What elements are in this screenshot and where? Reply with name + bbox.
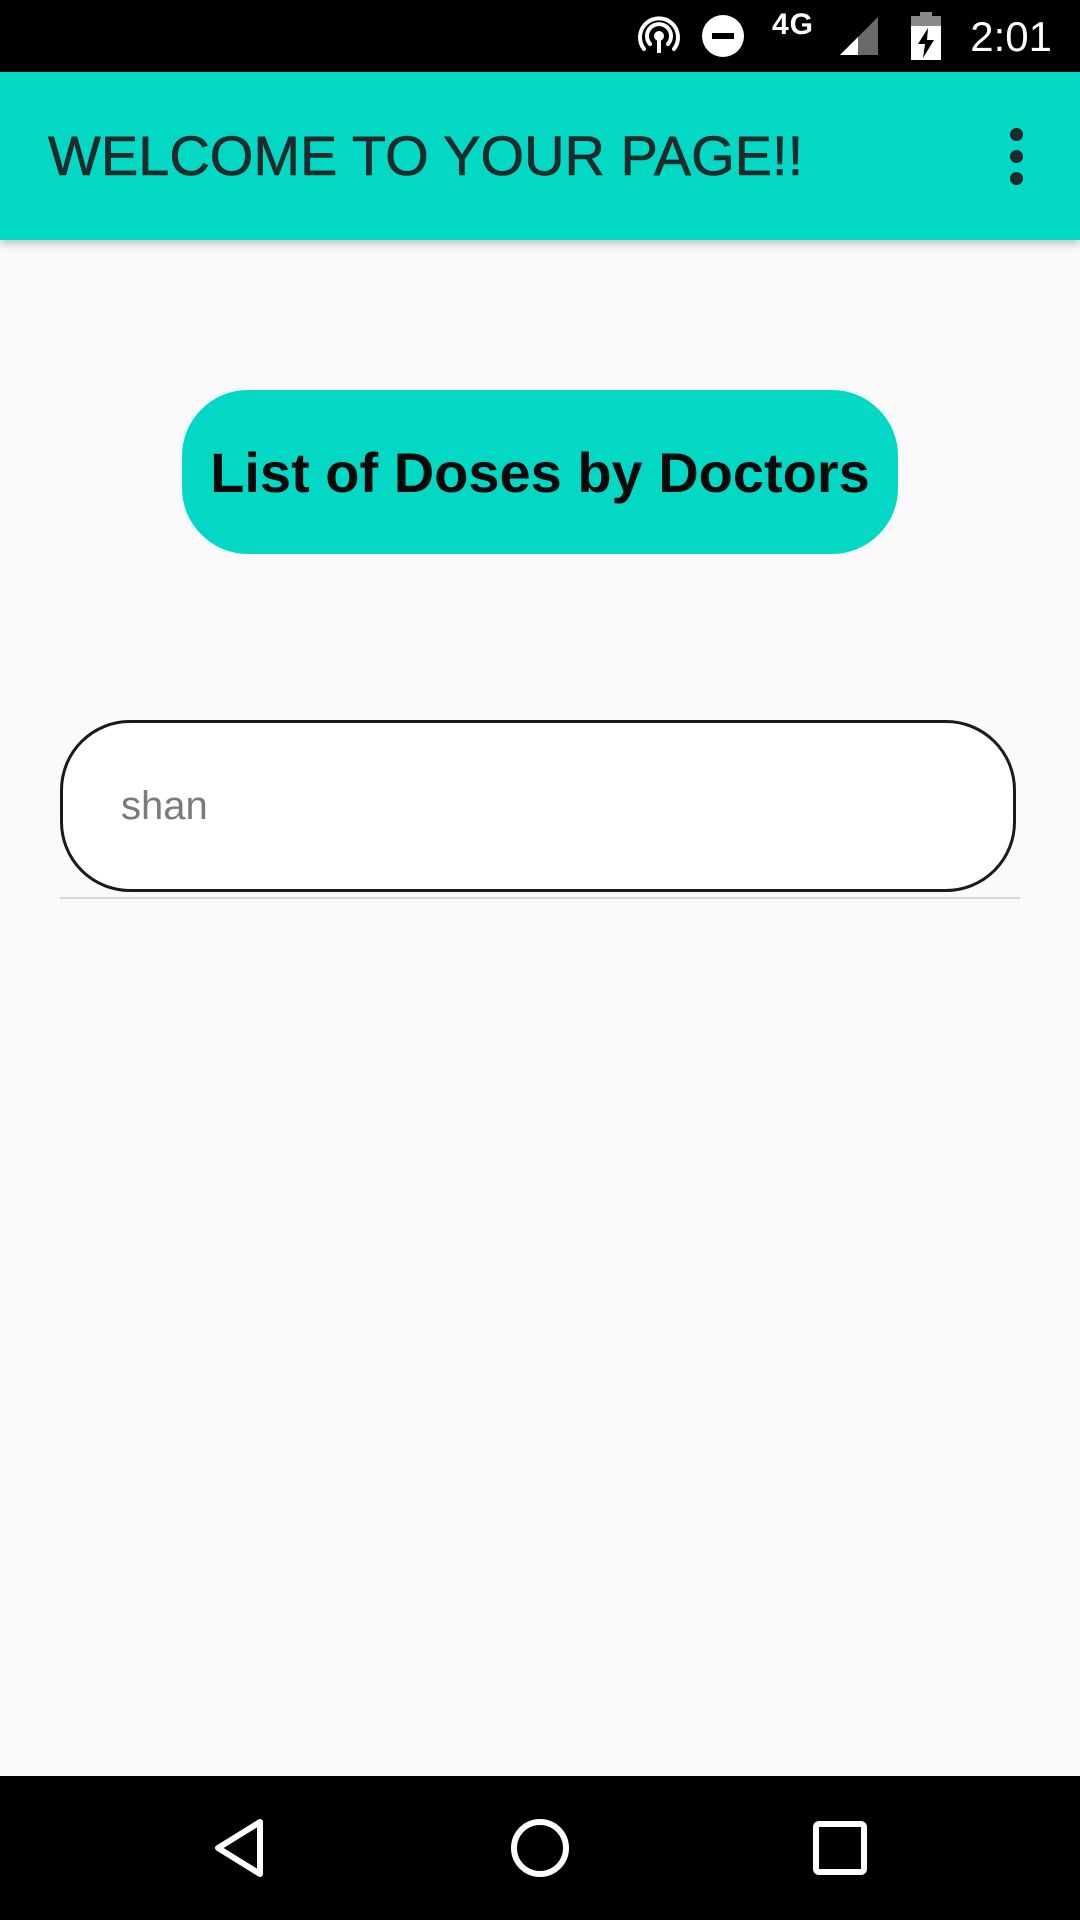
recents-icon[interactable] (760, 1776, 920, 1920)
screen: 4G 2:01 WELCOME TO YOUR PAGE!! List of D (0, 0, 1080, 1920)
back-icon[interactable] (160, 1776, 320, 1920)
more-vert-icon[interactable] (980, 116, 1052, 196)
menu-dot (1009, 171, 1023, 185)
signal-icon (834, 0, 884, 72)
navigation-bar (0, 1776, 1080, 1920)
status-bar: 4G 2:01 (0, 0, 1080, 72)
page-title: WELCOME TO YOUR PAGE!! (48, 124, 804, 188)
name-input[interactable] (60, 720, 1016, 892)
do-not-disturb-icon (698, 0, 748, 72)
home-icon[interactable] (460, 1776, 620, 1920)
network-type-label: 4G (772, 8, 815, 41)
menu-dot (1009, 149, 1023, 163)
app-bar: WELCOME TO YOUR PAGE!! (0, 72, 1080, 240)
menu-dot (1009, 127, 1023, 141)
name-field-container (60, 720, 1020, 899)
battery-charging-icon (906, 0, 946, 72)
field-underline (60, 897, 1020, 899)
list-of-doses-button[interactable]: List of Doses by Doctors (182, 390, 898, 554)
hotspot-icon (632, 0, 686, 72)
status-time: 2:01 (970, 13, 1052, 60)
